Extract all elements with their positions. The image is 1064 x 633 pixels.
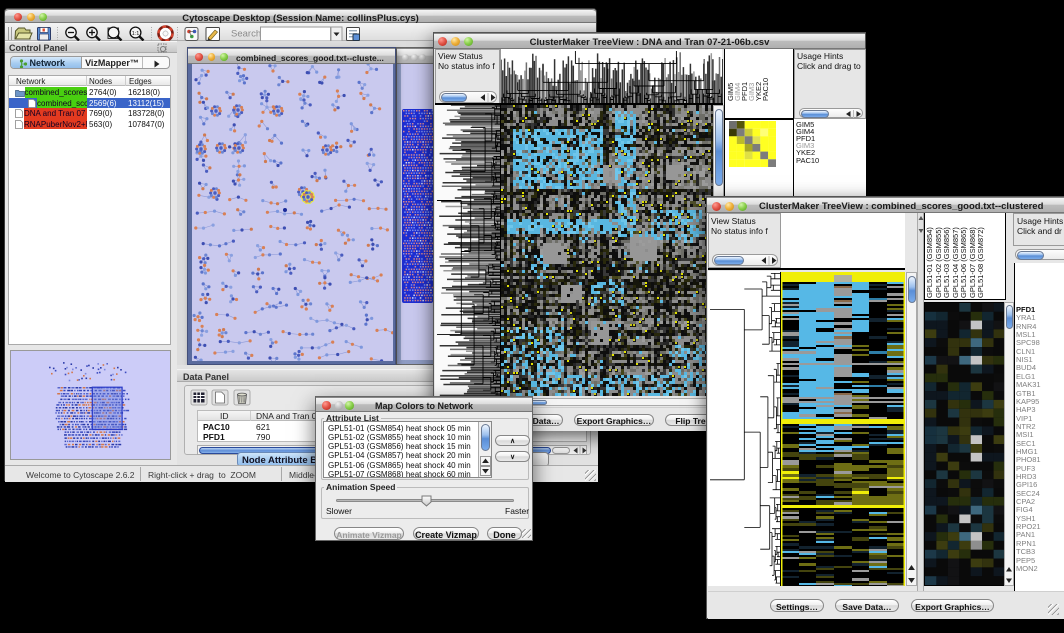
svg-text:Search:: Search: bbox=[231, 29, 264, 40]
svg-text:1:1: 1:1 bbox=[132, 31, 140, 37]
